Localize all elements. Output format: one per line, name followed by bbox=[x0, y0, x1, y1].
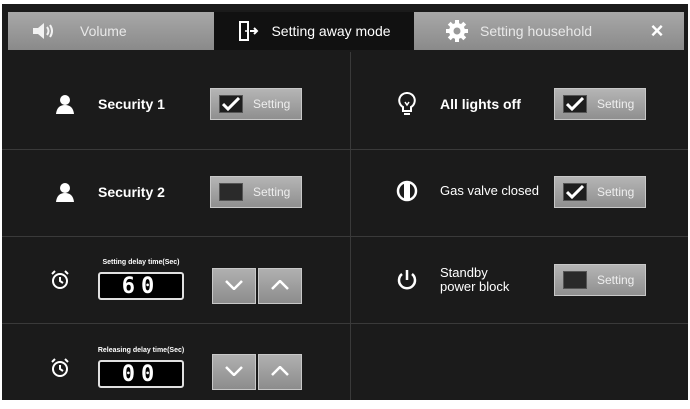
setting-label: Setting bbox=[253, 97, 291, 111]
chevron-down-icon bbox=[225, 277, 243, 295]
tab-away-mode[interactable]: Setting away mode bbox=[214, 12, 414, 50]
setting-delay-down-button[interactable] bbox=[212, 268, 256, 304]
releasing-delay-caption: Releasing delay time(Sec) bbox=[97, 347, 185, 354]
door-exit-icon bbox=[237, 20, 259, 42]
gas-valve-setting-button[interactable]: Setting bbox=[554, 176, 646, 208]
person-icon bbox=[52, 94, 78, 114]
releasing-delay-down-button[interactable] bbox=[212, 354, 256, 390]
divider bbox=[2, 236, 688, 237]
away-mode-panel: Volume Setting away mode Setting househo… bbox=[2, 4, 688, 400]
setting-label: Setting bbox=[597, 97, 635, 111]
standby-label-line2: power block bbox=[440, 279, 510, 294]
releasing-delay-display: 00 bbox=[98, 360, 184, 388]
gear-icon bbox=[446, 20, 468, 42]
tab-household[interactable]: Setting household bbox=[414, 12, 630, 50]
divider bbox=[350, 52, 351, 400]
chevron-down-icon bbox=[225, 363, 243, 381]
standby-power-row: Standby power block bbox=[394, 266, 509, 294]
tab-household-label: Setting household bbox=[480, 23, 593, 39]
checkbox[interactable] bbox=[563, 271, 587, 289]
tab-away-mode-label: Setting away mode bbox=[271, 23, 391, 39]
setting-delay-display: 60 bbox=[98, 272, 184, 300]
security-1-label: Security 1 bbox=[98, 96, 165, 112]
person-icon bbox=[52, 182, 78, 202]
standby-setting-button[interactable]: Setting bbox=[554, 264, 646, 296]
divider bbox=[2, 323, 688, 324]
setting-label: Setting bbox=[597, 185, 635, 199]
speaker-icon bbox=[32, 22, 58, 40]
close-icon: × bbox=[650, 18, 664, 43]
chevron-up-icon bbox=[271, 363, 289, 381]
gas-valve-label: Gas valve closed bbox=[440, 183, 539, 198]
checkbox[interactable] bbox=[219, 95, 243, 113]
lights-label: All lights off bbox=[440, 96, 521, 112]
gas-valve-icon bbox=[394, 180, 420, 202]
standby-label: Standby power block bbox=[440, 266, 509, 294]
security-1-setting-button[interactable]: Setting bbox=[210, 88, 302, 120]
security-2-label: Security 2 bbox=[98, 184, 165, 200]
close-button[interactable]: × bbox=[630, 12, 684, 50]
tab-volume-label: Volume bbox=[80, 23, 127, 39]
checkbox[interactable] bbox=[219, 183, 243, 201]
light-bulb-icon bbox=[394, 92, 420, 116]
power-icon bbox=[394, 269, 420, 291]
setting-delay-up-button[interactable] bbox=[258, 268, 302, 304]
lights-setting-button[interactable]: Setting bbox=[554, 88, 646, 120]
lights-row: All lights off bbox=[394, 92, 521, 116]
chevron-up-icon bbox=[271, 277, 289, 295]
setting-delay-caption: Setting delay time(Sec) bbox=[102, 259, 180, 266]
standby-label-line1: Standby bbox=[440, 265, 488, 280]
security-2-setting-button[interactable]: Setting bbox=[210, 176, 302, 208]
setting-label: Setting bbox=[253, 185, 291, 199]
tab-volume[interactable]: Volume bbox=[8, 12, 214, 50]
alarm-clock-icon bbox=[50, 358, 70, 383]
security-1-row: Security 1 bbox=[52, 94, 165, 114]
divider bbox=[2, 149, 688, 150]
gas-valve-row: Gas valve closed bbox=[394, 180, 539, 202]
checkbox[interactable] bbox=[563, 183, 587, 201]
checkbox[interactable] bbox=[563, 95, 587, 113]
setting-label: Setting bbox=[597, 273, 635, 287]
alarm-clock-icon bbox=[50, 270, 70, 295]
tab-bar: Volume Setting away mode Setting househo… bbox=[2, 4, 688, 52]
releasing-delay-up-button[interactable] bbox=[258, 354, 302, 390]
security-2-row: Security 2 bbox=[52, 182, 165, 202]
